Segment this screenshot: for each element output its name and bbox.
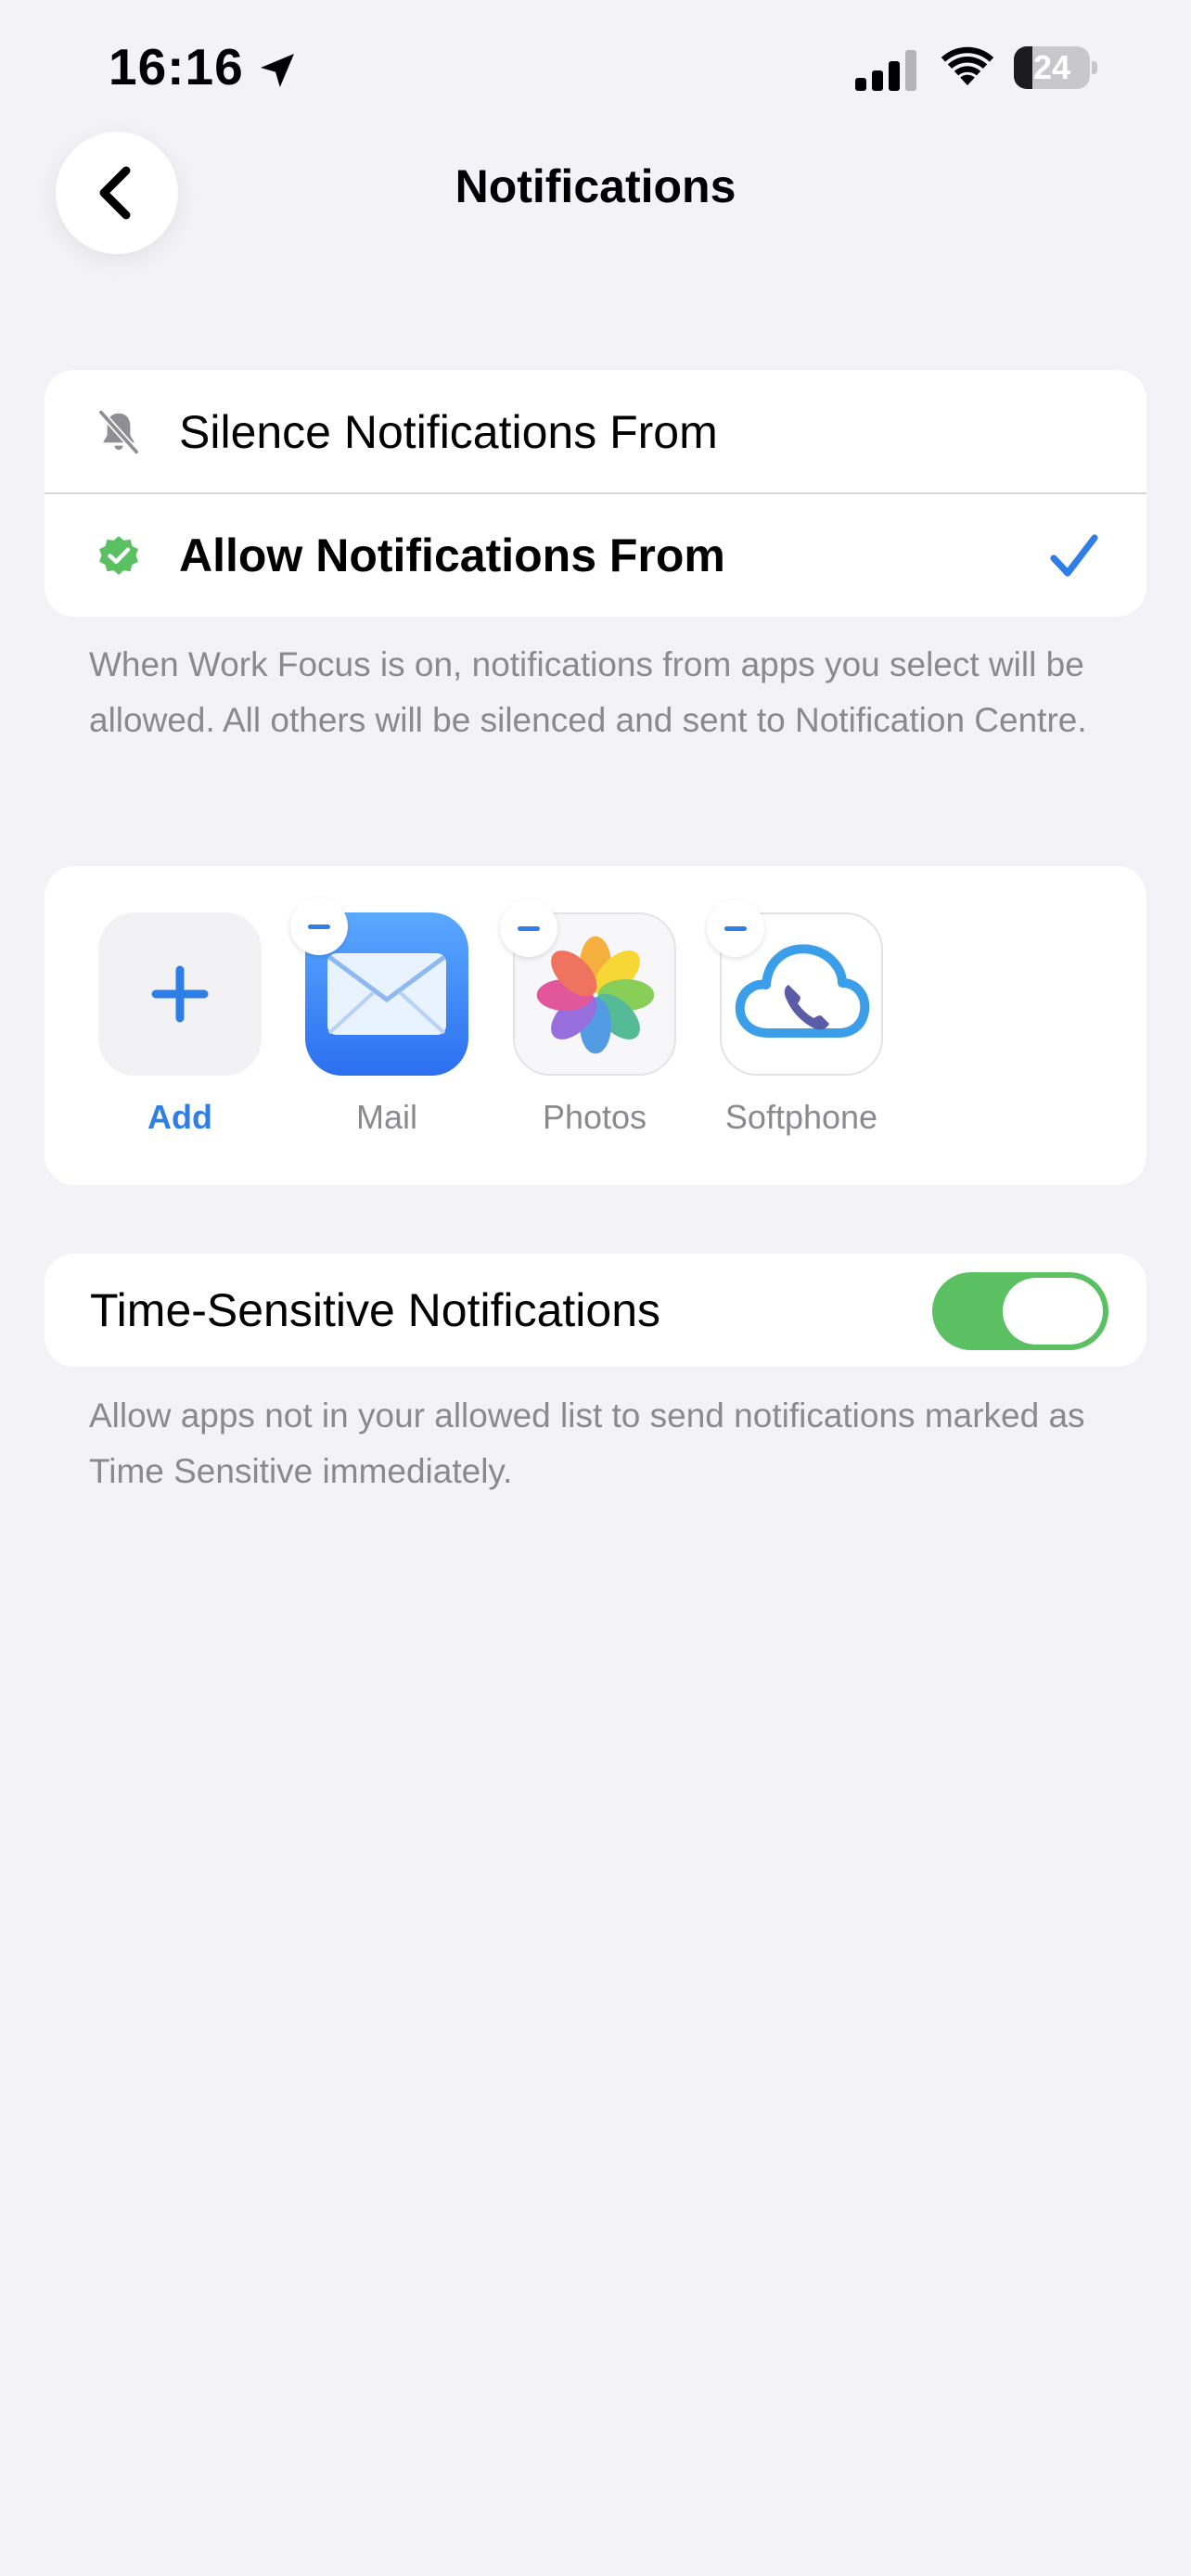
time-sensitive-label: Time-Sensitive Notifications bbox=[90, 1284, 661, 1336]
time-sensitive-card: Time-Sensitive Notifications bbox=[45, 1254, 1146, 1367]
silence-notifications-option[interactable]: Silence Notifications From bbox=[45, 370, 1146, 493]
app-label: Photos bbox=[542, 1098, 647, 1136]
remove-softphone-button[interactable] bbox=[707, 899, 764, 957]
wifi-icon bbox=[941, 46, 994, 85]
app-mail[interactable]: Mail bbox=[290, 898, 468, 1136]
app-photos[interactable]: Photos bbox=[500, 899, 676, 1136]
remove-photos-button[interactable] bbox=[500, 899, 557, 957]
notification-mode-card: Silence Notifications From Allow Notific… bbox=[45, 370, 1146, 617]
remove-mail-button[interactable] bbox=[290, 898, 348, 955]
time-sensitive-toggle[interactable] bbox=[932, 1272, 1108, 1350]
app-softphone[interactable]: Softphone bbox=[707, 899, 883, 1136]
toggle-knob bbox=[1003, 1278, 1103, 1345]
add-app-label: Add bbox=[147, 1098, 212, 1136]
envelope-icon bbox=[327, 953, 446, 1035]
status-bar: 16:16 24 bbox=[0, 0, 1191, 139]
battery-percentage: 24 bbox=[1032, 48, 1071, 86]
battery-indicator: 24 bbox=[1014, 46, 1097, 89]
allowed-apps-card: Add Mail Photos Softphone bbox=[45, 866, 1146, 1185]
allow-notifications-label: Allow Notifications From bbox=[179, 529, 725, 581]
photos-app-icon bbox=[500, 899, 676, 1076]
time-sensitive-footnote: Allow apps not in your allowed list to s… bbox=[89, 1396, 1085, 1490]
mode-footnote: When Work Focus is on, notifications fro… bbox=[89, 645, 1087, 739]
app-label: Mail bbox=[355, 1098, 417, 1136]
add-app-button[interactable]: Add bbox=[98, 912, 262, 1136]
location-arrow-icon bbox=[261, 54, 294, 87]
bell-slash-icon bbox=[98, 410, 139, 454]
cellular-signal-icon bbox=[855, 50, 916, 91]
mail-app-icon bbox=[290, 898, 468, 1076]
status-time: 16:16 bbox=[109, 38, 244, 96]
silence-notifications-label: Silence Notifications From bbox=[179, 405, 718, 458]
softphone-app-icon bbox=[707, 899, 883, 1076]
page-title: Notifications bbox=[455, 160, 736, 212]
checkmark-icon bbox=[1050, 534, 1098, 577]
app-label: Softphone bbox=[724, 1098, 878, 1136]
allow-notifications-option[interactable]: Allow Notifications From bbox=[45, 493, 1146, 617]
plus-icon bbox=[151, 965, 209, 1023]
checkmark-seal-icon bbox=[99, 536, 138, 575]
